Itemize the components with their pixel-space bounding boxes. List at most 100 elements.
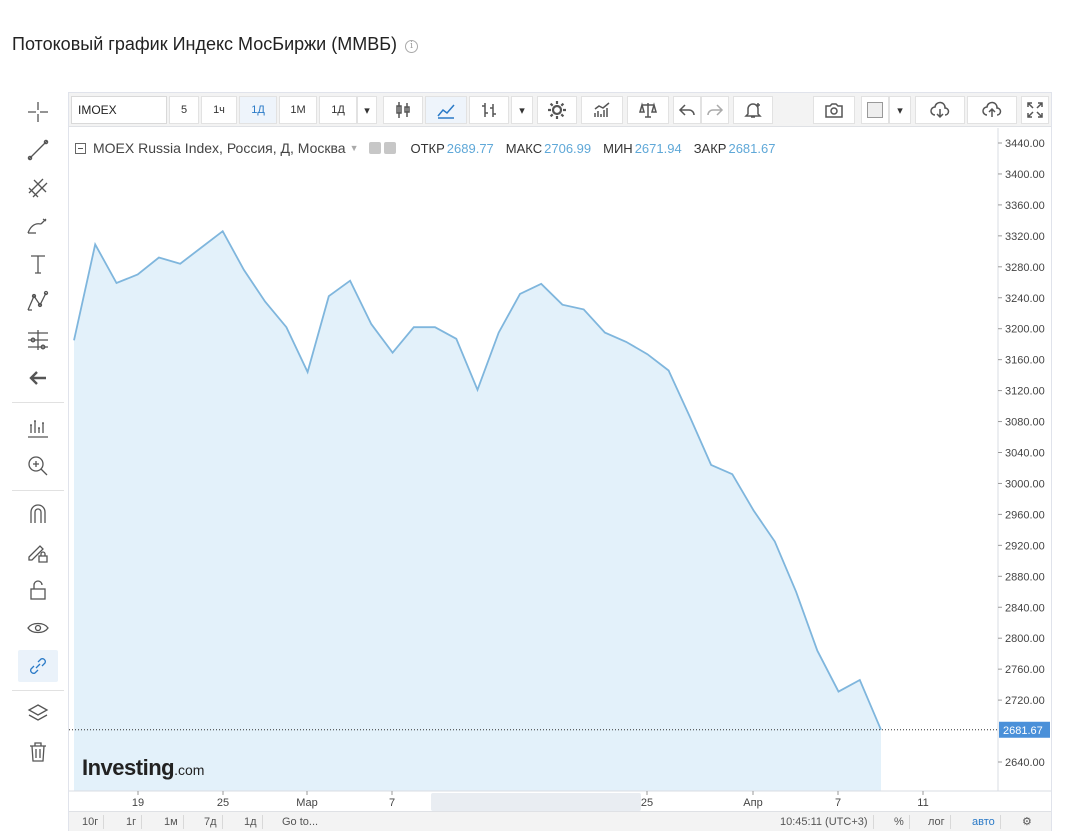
trend-line-icon[interactable] (18, 134, 58, 166)
back-arrow-icon[interactable] (18, 362, 58, 394)
crosshair-icon[interactable] (18, 96, 58, 128)
log-toggle[interactable]: лог (923, 815, 951, 829)
bars-icon[interactable] (469, 96, 509, 124)
y-tick-label: 2920.00 (1005, 540, 1045, 552)
cloud-upload-icon[interactable] (967, 96, 1017, 124)
y-tick-label: 3200.00 (1005, 324, 1045, 336)
chevron-down-icon[interactable]: ▼ (350, 143, 359, 153)
page-title-text: Потоковый график Индекс МосБиржи (ММВБ) (12, 34, 398, 54)
brush-icon[interactable] (18, 210, 58, 242)
y-tick-label: 3080.00 (1005, 417, 1045, 429)
y-tick-label: 3040.00 (1005, 448, 1045, 460)
open-value: 2689.77 (446, 140, 494, 156)
y-tick-label: 2720.00 (1005, 695, 1045, 707)
y-tick-label: 3320.00 (1005, 231, 1045, 243)
y-tick-label: 3400.00 (1005, 169, 1045, 181)
undo-icon[interactable] (673, 96, 701, 124)
compare-icon[interactable] (627, 96, 669, 124)
interval-1d[interactable]: 1Д (239, 96, 277, 124)
lock-drawing-icon[interactable] (18, 536, 58, 568)
color-box-icon[interactable] (861, 96, 889, 124)
info-icon[interactable]: i (405, 40, 419, 53)
magnet-icon[interactable] (18, 498, 58, 530)
close-label: ЗАКР (693, 140, 727, 156)
chevron-down-icon[interactable]: ▾ (357, 96, 377, 124)
fullscreen-icon[interactable] (1021, 96, 1049, 124)
last-price-label: 2681.67 (1003, 725, 1043, 737)
open-label: ОТКР (410, 140, 445, 156)
trash-icon[interactable] (18, 736, 58, 768)
gear-icon[interactable]: ⚙ (1017, 815, 1037, 829)
investing-logo: Investing.com (82, 755, 204, 781)
close-value: 2681.67 (728, 140, 776, 156)
go-to-date[interactable]: Go to... (277, 815, 323, 829)
x-tick-label: 7 (835, 797, 841, 809)
text-icon[interactable] (18, 248, 58, 280)
settings-icon[interactable] (537, 96, 577, 124)
candles-icon[interactable] (383, 96, 423, 124)
chevron-down-icon[interactable]: ▾ (889, 96, 911, 124)
fibonacci-icon[interactable] (18, 172, 58, 204)
range-10y[interactable]: 10г (77, 815, 105, 829)
x-tick-label: 7 (389, 797, 395, 809)
drawing-toolbar (12, 92, 64, 782)
page-title: Потоковый график Индекс МосБиржи (ММВБ) i (12, 34, 419, 55)
series-settings-icon[interactable] (383, 142, 396, 154)
y-tick-label: 3160.00 (1005, 355, 1045, 367)
price-chart[interactable]: 3440.00 3400.00 3360.00 3320.00 3280.00 3240.… (69, 128, 1051, 811)
y-tick-label: 3440.00 (1005, 138, 1045, 150)
x-tick-label: 25 (641, 797, 653, 809)
prediction-icon[interactable] (18, 324, 58, 356)
series-legend: MOEX Russia Index, Россия, Д, Москва ▼ О… (75, 140, 775, 156)
y-tick-label: 2880.00 (1005, 571, 1045, 583)
logo-main: Investing (82, 755, 175, 780)
chart-toolbar: 5 1ч 1Д 1М 1Д ▾ ▾ ▾ (69, 93, 1051, 127)
x-tick-label: Апр (743, 797, 762, 809)
clock-readout[interactable]: 10:45:11 (UTC+3) (775, 815, 874, 829)
high-value: 2706.99 (544, 140, 592, 156)
low-label: МИН (603, 140, 633, 156)
layers-icon[interactable] (18, 698, 58, 730)
cloud-download-icon[interactable] (915, 96, 965, 124)
redacted-area (431, 793, 641, 811)
high-label: МАКС (505, 140, 543, 156)
x-tick-label: 25 (217, 797, 229, 809)
range-1d[interactable]: 1д (239, 815, 263, 829)
series-name[interactable]: MOEX Russia Index, Россия, Д, Москва (93, 140, 346, 156)
area-chart-icon[interactable] (425, 96, 467, 124)
range-1m[interactable]: 1м (159, 815, 184, 829)
y-tick-label: 2800.00 (1005, 633, 1045, 645)
alert-icon[interactable] (733, 96, 773, 124)
measure-icon[interactable] (18, 412, 58, 444)
auto-toggle[interactable]: авто (967, 815, 1001, 829)
y-tick-label: 3280.00 (1005, 262, 1045, 274)
collapse-legend-icon[interactable] (75, 142, 86, 154)
y-tick-label: 3000.00 (1005, 478, 1045, 490)
y-tick-label: 2760.00 (1005, 664, 1045, 676)
x-tick-label: 11 (917, 797, 928, 809)
range-1y[interactable]: 1г (121, 815, 143, 829)
range-7d[interactable]: 7д (199, 815, 223, 829)
eye-icon[interactable] (18, 612, 58, 644)
hide-series-icon[interactable] (368, 142, 381, 154)
logo-suffix: .com (174, 762, 205, 778)
interval-5[interactable]: 5 (169, 96, 199, 124)
x-tick-label: Мар (296, 797, 318, 809)
percent-toggle[interactable]: % (889, 815, 910, 829)
y-tick-label: 2840.00 (1005, 602, 1045, 614)
chevron-down-icon[interactable]: ▾ (511, 96, 533, 124)
area-fill (74, 231, 881, 791)
indicators-icon[interactable] (581, 96, 623, 124)
camera-icon[interactable] (813, 96, 855, 124)
interval-1h[interactable]: 1ч (201, 96, 237, 124)
y-tick-label: 2960.00 (1005, 509, 1045, 521)
interval-dropdown[interactable]: 1Д (319, 96, 357, 124)
unlock-icon[interactable] (18, 574, 58, 606)
bottom-bar: 10г 1г 1м 7д 1д Go to... 10:45:11 (UTC+3… (69, 811, 1051, 831)
interval-1m[interactable]: 1М (279, 96, 317, 124)
redo-icon[interactable] (701, 96, 729, 124)
link-icon[interactable] (18, 650, 58, 682)
zoom-in-icon[interactable] (18, 450, 58, 482)
pattern-icon[interactable] (18, 286, 58, 318)
symbol-input[interactable] (71, 96, 167, 124)
